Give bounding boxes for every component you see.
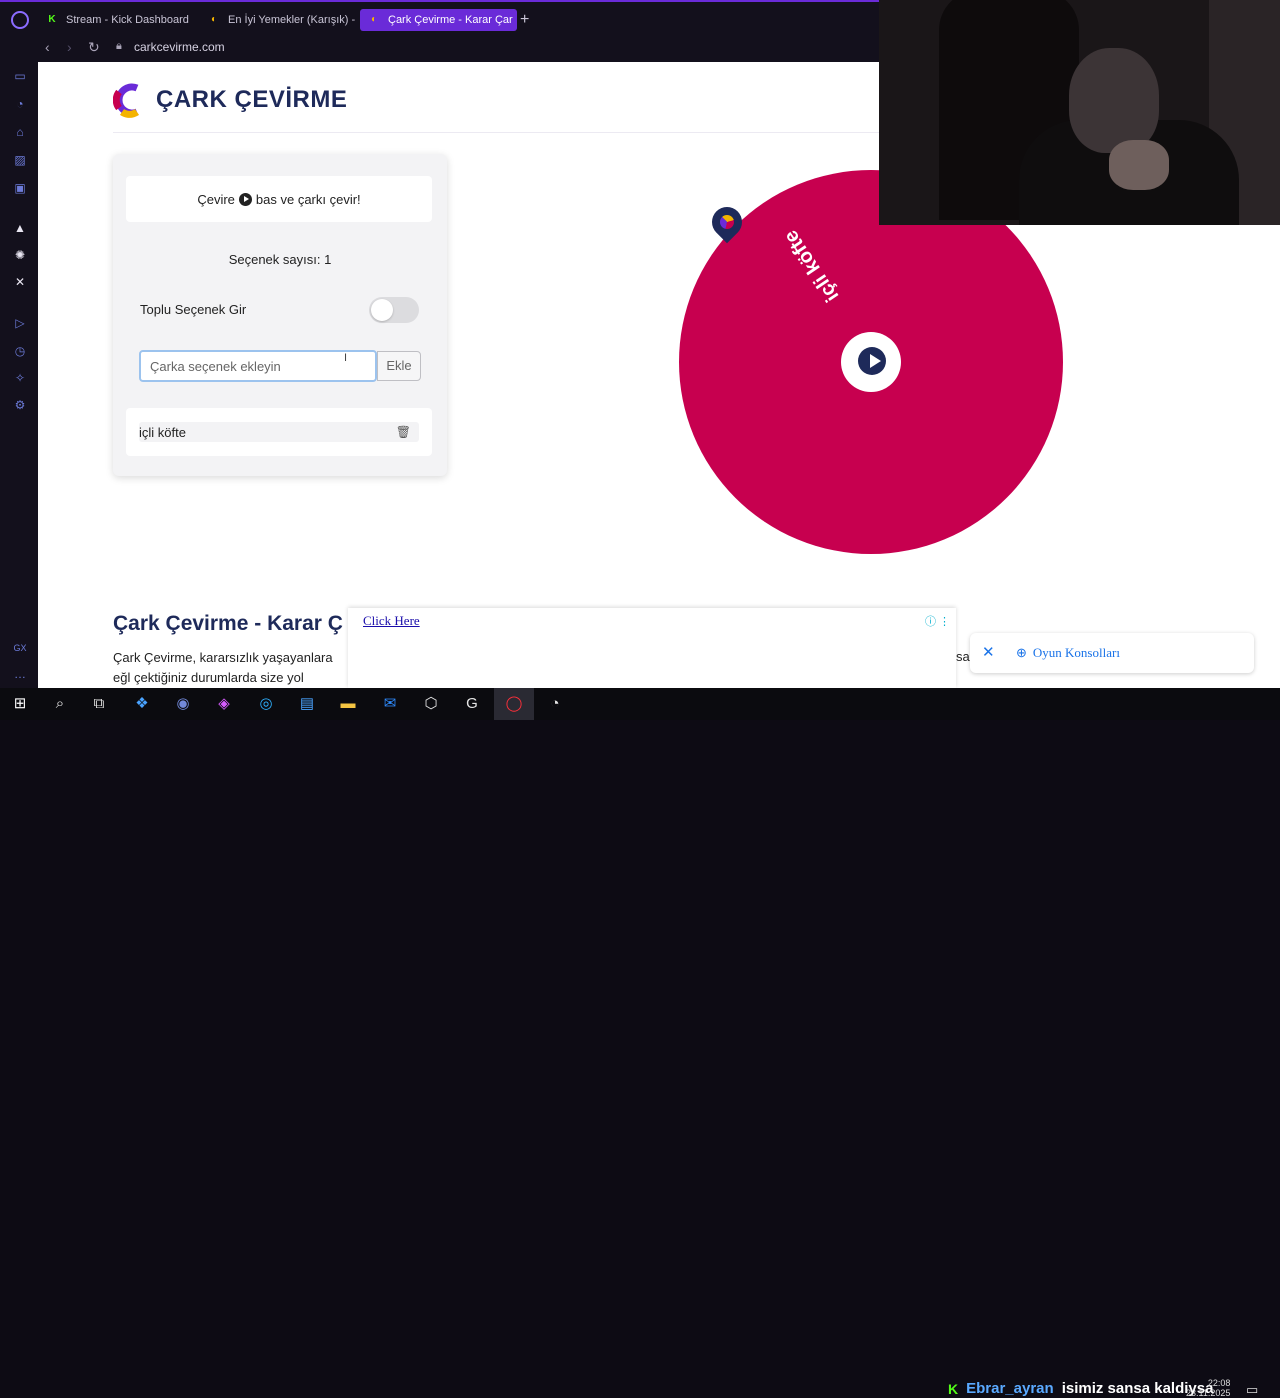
play-icon [870,354,881,368]
close-icon[interactable]: ✕ [982,643,995,661]
bulk-entry-label: Toplu Seçenek Gir [140,302,247,317]
site-favicon-icon: ◐ [370,14,378,25]
gx-logo-icon: GX [13,643,27,653]
x-icon[interactable]: ✕ [12,274,28,290]
bulk-entry-toggle[interactable] [369,297,419,323]
add-option-button[interactable]: Ekle [377,351,421,381]
site-favicon-icon: ◐ [210,14,218,25]
url-field[interactable]: carkcevirme.com [134,40,225,54]
trash-icon[interactable]: 🗑︎ [396,425,411,439]
gx-corner-icon[interactable]: ◔ [12,96,28,112]
chat-overlay: K Ebrar_ayran isimiz sansa kaldiysa [948,1380,1213,1397]
file-explorer-icon[interactable]: ▬ [339,695,357,713]
ad-chip-label: Oyun Konsolları [1032,645,1120,660]
gx-cleaner-icon[interactable]: ⌂ [12,124,28,140]
tab-label: En İyi Yemekler (Karışık) - [228,14,356,26]
extensions-icon[interactable]: ✧ [12,370,28,386]
ad-chip-link[interactable]: ⊕ Oyun Konsolları [1016,645,1120,661]
lock-icon: 🔒︎ [116,40,122,52]
wheel-segment-label: içli köfte [779,226,844,306]
notification-icon[interactable]: ▭ [1246,1382,1258,1398]
ad-info-icon[interactable]: ⓘ ⋮ [925,613,950,629]
store-icon[interactable]: ▤ [298,695,316,713]
play-icon [238,192,252,206]
bottom-ad-banner: Click Here ⓘ ⋮ [348,608,956,688]
twitch-icon[interactable]: ▨ [12,152,28,168]
app-icon[interactable]: ❖ [133,695,151,713]
new-tab-button[interactable]: + [520,11,529,29]
more-icon[interactable]: … [12,666,28,682]
gx-control-icon[interactable]: ▭ [12,68,28,84]
brand-title[interactable]: ÇARK ÇEVİRME [156,86,347,114]
option-label: içli köfte [139,425,186,440]
text-cursor-icon: I [344,352,348,364]
webcam-person-hand [1109,140,1169,190]
options-list: içli köfte 🗑︎ [126,408,432,456]
forward-icon[interactable]: › [67,39,72,55]
hint-text-after: bas ve çarkı çevir! [255,191,361,207]
spin-button[interactable] [841,332,901,392]
task-view-icon[interactable]: ⧉ [90,695,108,713]
upload-icon: ⊕ [1016,645,1027,660]
edge-icon[interactable]: ◎ [257,695,275,713]
history-icon[interactable]: ◷ [12,343,28,359]
logitech-icon[interactable]: G [463,695,481,713]
player-icon[interactable]: ▷ [12,315,28,331]
taskbar: ⊞ ⌕ ⧉ ❖ ◉ ◈ ◎ ▤ ▬ ✉ ⬡ G ◯ ◔ K Ebrar_ayra… [0,688,1280,1398]
system-clock[interactable]: 22:08 23.11.2025 [1186,1378,1230,1398]
ad-chip: ✕ ⊕ Oyun Konsolları [970,633,1254,673]
mail-icon[interactable]: ✉ [381,695,399,713]
obs-icon[interactable]: ⬡ [422,695,440,713]
options-panel: Çevire bas ve çarkı çevir! Seçenek sayıs… [113,154,447,476]
cark-cevirme-logo-icon [113,83,140,118]
kick-icon: K [48,14,56,25]
page-text-fragment: sa [956,649,970,664]
windows-start-icon[interactable]: ⊞ [11,695,29,713]
messenger-icon[interactable]: ▣ [12,180,28,196]
reload-icon[interactable]: ↻ [88,39,100,56]
discord-icon[interactable]: ◉ [174,695,192,713]
webcam-person-head [1069,48,1159,153]
browser-sidebar: ▭ ◔ ⌂ ▨ ▣ ▲ ✺ ✕ ▷ ◷ ✧ ⚙ GX … [0,62,38,688]
copilot-icon[interactable]: ◈ [215,695,233,713]
webcam-overlay [879,0,1280,225]
tab-label: Stream - Kick Dashboard [66,14,189,26]
clock-time: 22:08 [1207,1378,1231,1388]
ad-link[interactable]: Click Here [363,613,420,629]
clock-date: 23.11.2025 [1186,1388,1231,1398]
tab-cark-cevirme[interactable]: ◐ Çark Çevirme - Karar Çar [360,9,517,31]
settings-gear-icon[interactable]: ⚙ [12,397,28,413]
chat-username: Ebrar_ayran [966,1380,1054,1397]
option-count: Seçenek sayısı: 1 [228,252,332,267]
list-item: içli köfte 🗑︎ [139,422,419,442]
tab-en-iyi-yemekler[interactable]: ◐ En İyi Yemekler (Karışık) - [200,9,358,31]
option-input[interactable] [139,350,377,382]
speedtest-icon[interactable]: ◔ [546,695,564,713]
spin-hint: Çevire bas ve çarkı çevir! [126,176,432,222]
chatgpt-icon[interactable]: ✺ [12,247,28,263]
search-icon[interactable]: ⌕ [51,695,69,713]
kick-icon: K [948,1380,959,1397]
aria-icon[interactable]: ▲ [12,220,28,236]
tab-kick-dashboard[interactable]: K Stream - Kick Dashboard [38,9,198,31]
article-title: Çark Çevirme - Karar Ç [113,612,343,635]
opera-logo-icon[interactable] [11,11,29,29]
hint-text-before: Çevire [197,191,235,207]
opera-gx-icon[interactable]: ◯ [494,688,534,720]
tab-label: Çark Çevirme - Karar Çar [388,14,513,26]
back-icon[interactable]: ‹ [45,39,50,55]
article-text: Çark Çevirme, kararsızlık yaşayanlara eğ… [113,650,333,685]
